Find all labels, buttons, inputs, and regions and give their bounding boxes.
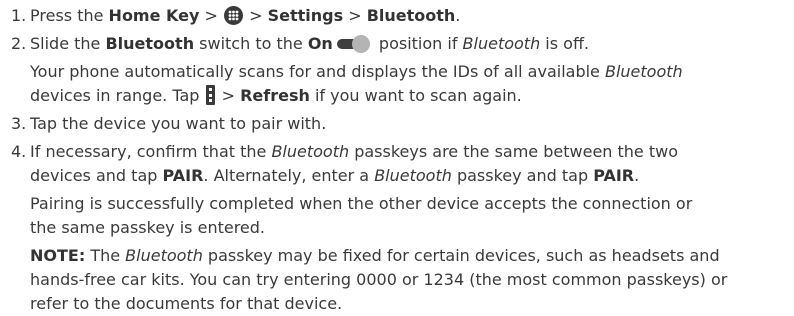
note-block: NOTE: The Bluetooth passkey may be fixed… [30, 244, 791, 316]
text-run: If necessary, confirm that the [30, 142, 272, 161]
step-3: 3. Tap the device you want to pair with. [11, 112, 791, 140]
on-label: On [307, 34, 333, 53]
bluetooth-term: Bluetooth [462, 34, 541, 53]
step-number: 2. [11, 34, 27, 53]
text-run: . [455, 6, 461, 25]
toggle-on-icon [336, 35, 371, 53]
step-4-text: If necessary, confirm that the Bluetooth… [30, 140, 791, 188]
text-run: . Alternately, enter a [203, 166, 375, 185]
text-run: The [85, 246, 126, 265]
bluetooth-label: Bluetooth [366, 6, 456, 25]
refresh-label: Refresh [240, 86, 310, 105]
text-run: passkey may be fixed for certain devices… [202, 246, 720, 265]
text-run: is off. [540, 34, 590, 53]
text-run: Press the [30, 6, 109, 25]
text-run: the same passkey is entered. [30, 218, 266, 237]
instructions-page: 1. Press the Home Key > > Settings > Blu… [0, 0, 794, 316]
bluetooth-term: Bluetooth [271, 142, 350, 161]
separator: > [343, 6, 367, 25]
step-4-pairing-note: Pairing is successfully completed when t… [30, 192, 791, 240]
home-key-label: Home Key [108, 6, 200, 25]
step-number: 4. [11, 142, 27, 161]
text-run: passkeys are the same between the two [349, 142, 678, 161]
text-run: refer to the documents for that device. [30, 294, 343, 313]
step-1-text: Press the Home Key > > Settings > Blueto… [30, 4, 791, 28]
pair-label: PAIR [162, 166, 204, 185]
step-2-scan-note: Your phone automatically scans for and d… [30, 60, 791, 108]
step-number: 3. [11, 114, 27, 133]
text-run: passkey and tap [451, 166, 594, 185]
step-3-text: Tap the device you want to pair with. [30, 114, 327, 133]
text-run: Slide the [30, 34, 106, 53]
text-run: devices and tap [30, 166, 163, 185]
step-2-text: Slide the Bluetooth switch to the On pos… [30, 32, 791, 56]
step-4: 4. If necessary, confirm that the Blueto… [11, 140, 791, 316]
settings-label: Settings [267, 6, 344, 25]
text-run: Pairing is successfully completed when t… [30, 194, 693, 213]
bluetooth-term: Bluetooth [604, 62, 683, 81]
bluetooth-term: Bluetooth [125, 246, 203, 265]
apps-grid-icon [224, 6, 243, 25]
pair-label: PAIR [593, 166, 635, 185]
text-run: devices in range. Tap [30, 86, 205, 105]
text-run: Your phone automatically scans for and d… [30, 62, 605, 81]
text-run: position if [373, 34, 463, 53]
step-2: 2. Slide the Bluetooth switch to the On … [11, 32, 791, 112]
text-run: switch to the [194, 34, 308, 53]
overflow-menu-icon [205, 85, 215, 105]
separator: > [244, 6, 268, 25]
separator: > [216, 86, 241, 105]
step-number: 1. [11, 6, 27, 25]
separator: > [199, 6, 223, 25]
step-1: 1. Press the Home Key > > Settings > Blu… [11, 4, 791, 32]
steps-list: 1. Press the Home Key > > Settings > Blu… [11, 4, 791, 316]
bluetooth-label: Bluetooth [105, 34, 195, 53]
bluetooth-term: Bluetooth [374, 166, 452, 185]
text-run: . [634, 166, 640, 185]
note-label: NOTE: [30, 246, 86, 265]
text-run: hands-free car kits. You can try enterin… [30, 270, 728, 289]
text-run: if you want to scan again. [309, 86, 522, 105]
